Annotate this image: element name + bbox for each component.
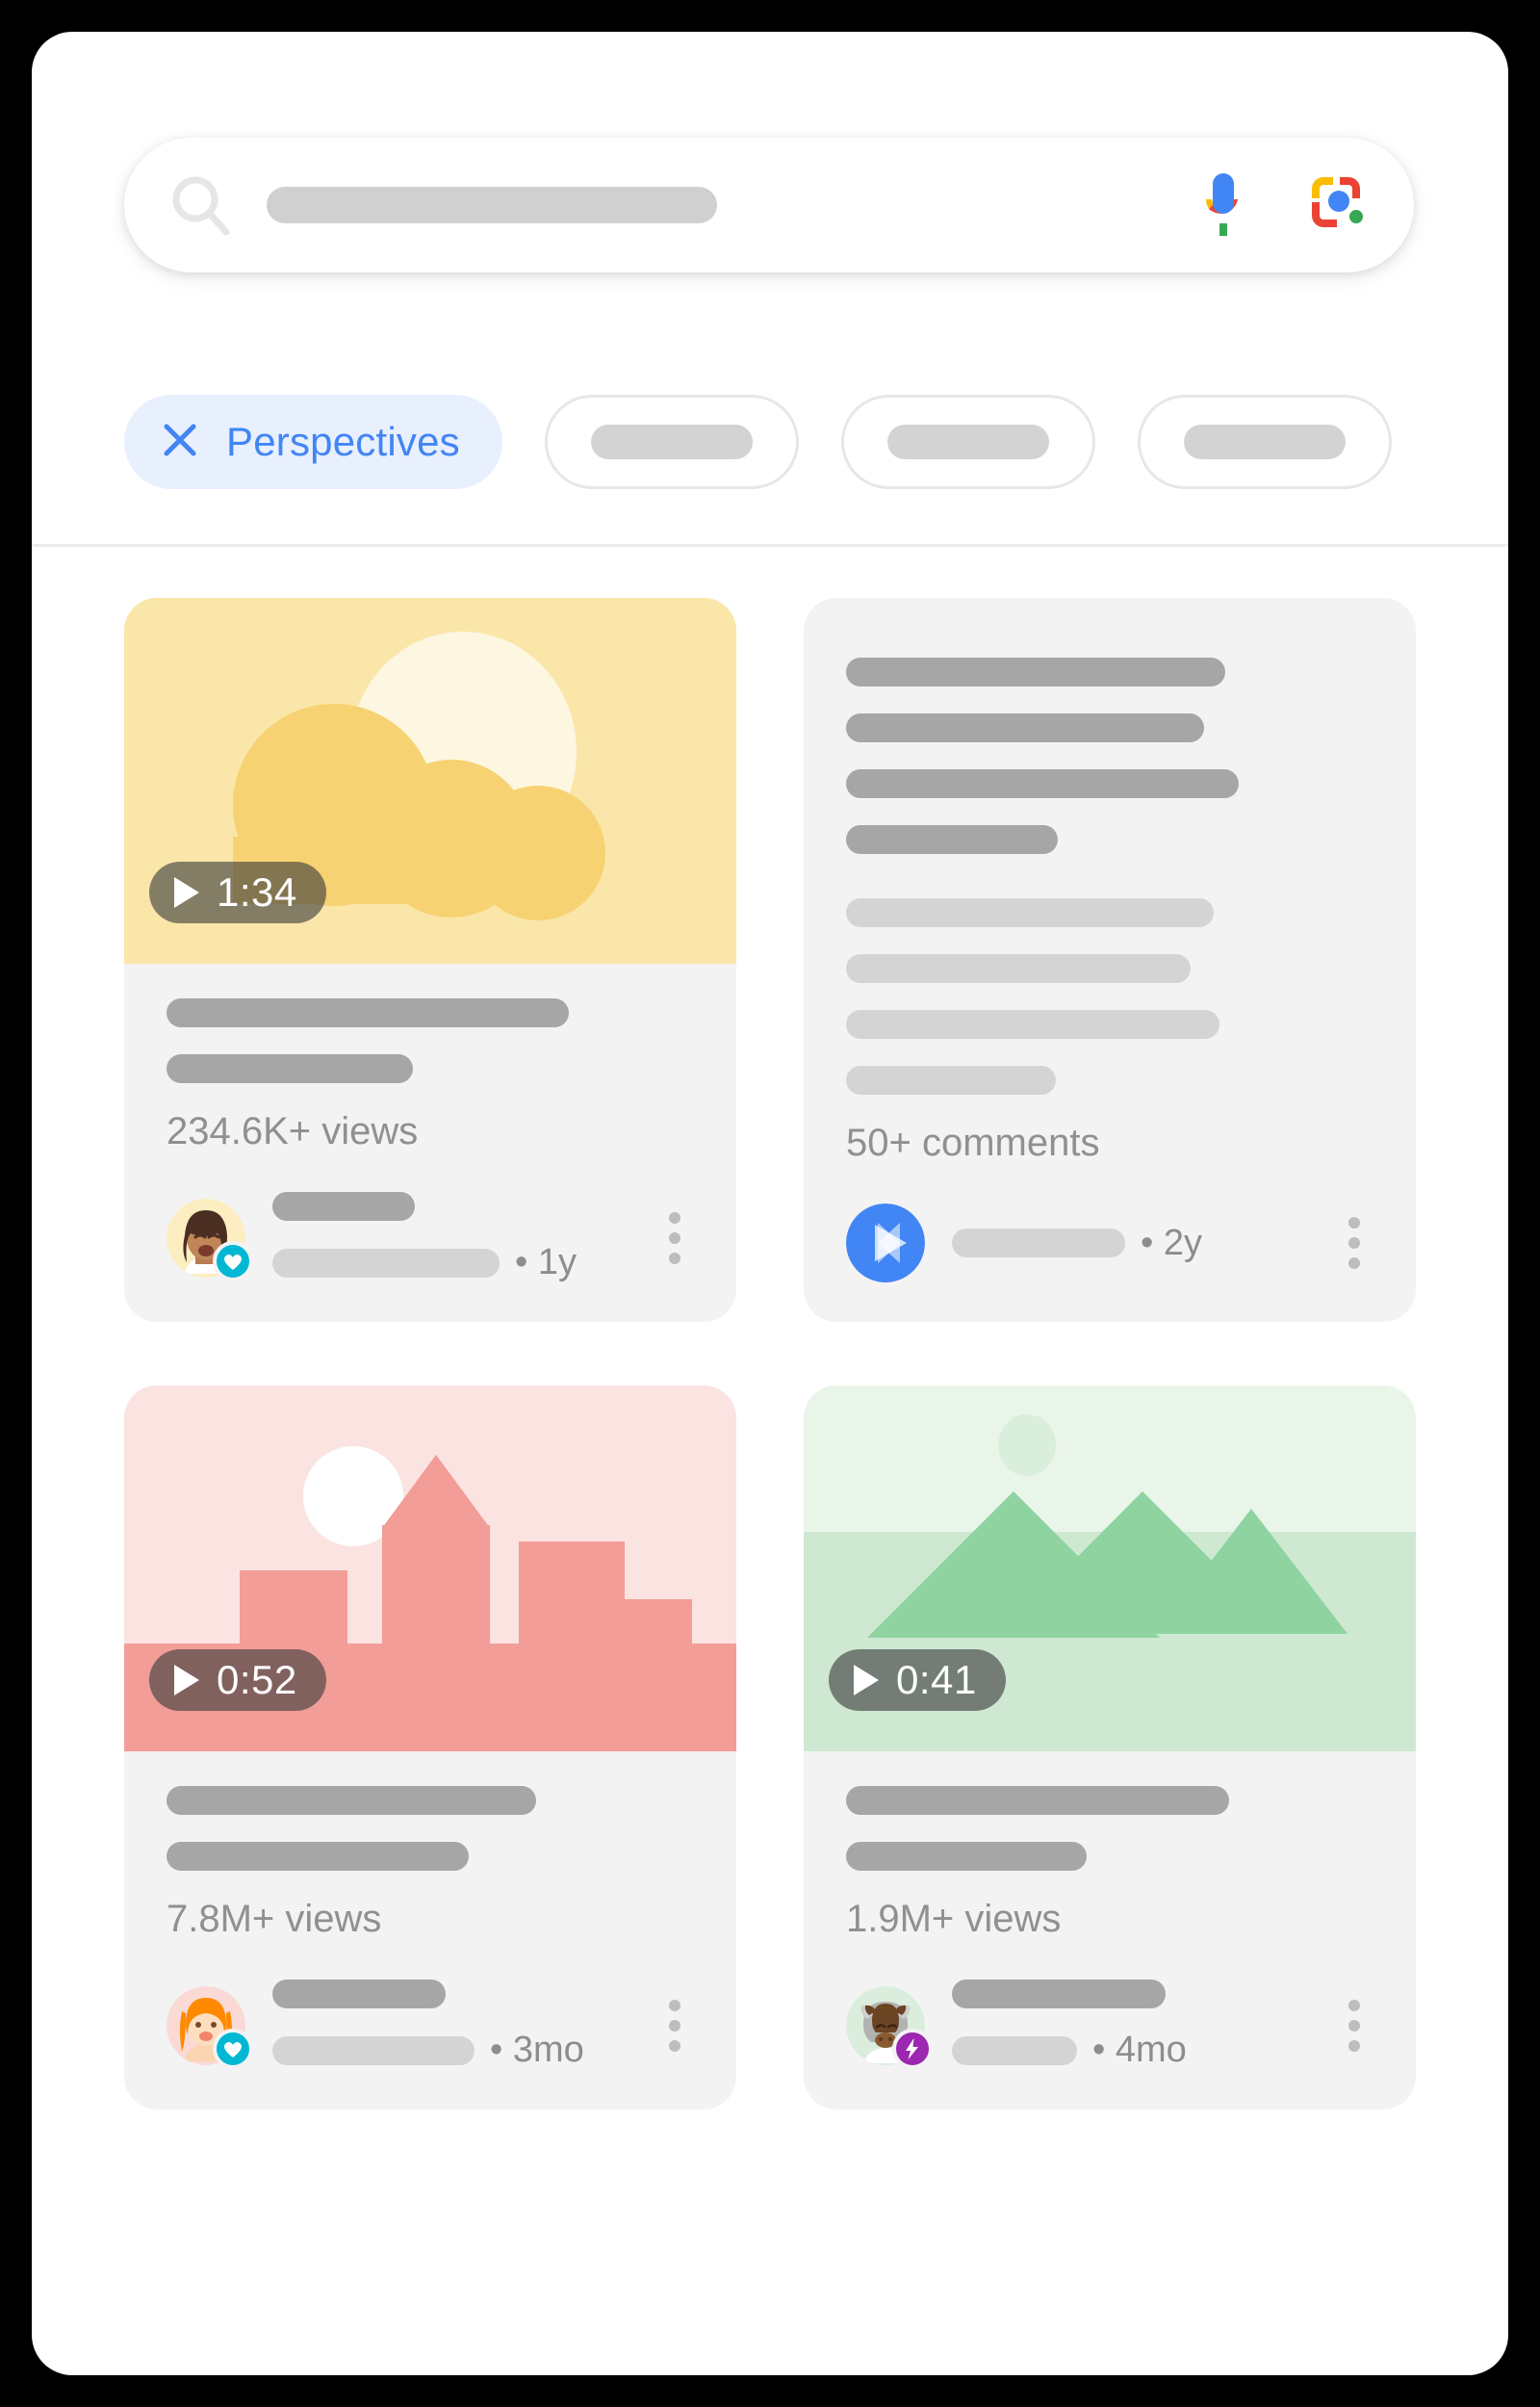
- author-placeholder: [272, 1192, 415, 1221]
- video-thumbnail[interactable]: 0:41: [804, 1385, 1416, 1751]
- chip-placeholder-1[interactable]: [544, 395, 799, 489]
- chip-placeholder-bar: [590, 425, 753, 459]
- google-lens-icon[interactable]: [1310, 175, 1370, 235]
- source-placeholder: [272, 2035, 475, 2065]
- snippet-placeholder-line: [846, 954, 1191, 983]
- result-card[interactable]: 0:41 1.9M+ views • 4mo: [804, 1385, 1416, 2109]
- title-placeholder-line: [167, 1786, 536, 1815]
- close-icon[interactable]: [159, 419, 201, 466]
- source-row: • 4mo: [952, 2030, 1373, 2071]
- duration-label: 1:34: [217, 869, 297, 915]
- avatar[interactable]: [846, 1204, 925, 1282]
- play-icon: [174, 877, 199, 908]
- snippet-placeholder-line: [846, 658, 1225, 686]
- snippet-placeholder-line: [846, 769, 1239, 798]
- card-attribution: • 4mo: [846, 1980, 1373, 2071]
- attribution-lines: • 3mo: [272, 1980, 694, 2071]
- search-input[interactable]: [267, 187, 717, 223]
- more-options-icon[interactable]: [659, 1203, 690, 1274]
- filter-chip-row[interactable]: Perspectives: [32, 378, 1508, 505]
- age-label: • 1y: [515, 1242, 577, 1282]
- chip-perspectives[interactable]: Perspectives: [124, 395, 502, 489]
- source-row: • 1y: [272, 1242, 694, 1283]
- result-card[interactable]: 0:52 7.8M+ views • 3mo: [124, 1385, 736, 2109]
- more-options-icon[interactable]: [1339, 1207, 1370, 1279]
- source-placeholder: [272, 1248, 500, 1278]
- avatar[interactable]: [167, 1198, 253, 1281]
- source-row: • 3mo: [272, 2030, 694, 2071]
- card-attribution: • 1y: [167, 1192, 694, 1283]
- card-body: 50+ comments • 2y: [804, 598, 1416, 1321]
- title-placeholder-line: [167, 998, 569, 1027]
- chip-perspectives-label: Perspectives: [226, 419, 460, 464]
- duration-badge: 0:52: [149, 1649, 326, 1711]
- chip-placeholder-bar: [886, 425, 1049, 459]
- views-label: 1.9M+ views: [846, 1898, 1062, 1940]
- chip-placeholder-2[interactable]: [840, 395, 1095, 489]
- card-body: 1.9M+ views • 4mo: [804, 1751, 1416, 2109]
- card-attribution: • 3mo: [167, 1980, 694, 2071]
- header-divider: [32, 544, 1508, 547]
- duration-label: 0:41: [896, 1657, 977, 1702]
- attribution-lines: • 2y: [952, 1223, 1373, 1264]
- title-placeholder-line: [167, 1054, 413, 1083]
- card-body: 7.8M+ views • 3mo: [124, 1751, 736, 2109]
- age-label: • 4mo: [1092, 2030, 1187, 2070]
- source-placeholder: [952, 2035, 1077, 2065]
- search-bar-container: [124, 138, 1414, 272]
- avatar[interactable]: [846, 1985, 933, 2069]
- chip-placeholder-3[interactable]: [1137, 395, 1392, 489]
- play-icon: [854, 1665, 879, 1695]
- results-grid: 1:34 234.6K+ views • 1y 50+ comments • 2…: [124, 598, 1416, 2109]
- age-label: • 3mo: [490, 2030, 584, 2070]
- play-icon: [174, 1665, 199, 1695]
- attribution-lines: • 4mo: [952, 1980, 1373, 2071]
- more-options-icon[interactable]: [659, 1990, 690, 2061]
- search-icon: [167, 170, 236, 240]
- duration-badge: 1:34: [149, 862, 326, 923]
- comments-label: 50+ comments: [846, 1122, 1100, 1164]
- snippet-placeholder-line: [846, 898, 1214, 927]
- card-body: 234.6K+ views • 1y: [124, 964, 736, 1322]
- title-placeholder-line: [846, 1786, 1229, 1815]
- avatar[interactable]: [167, 1985, 253, 2069]
- card-attribution: • 2y: [846, 1204, 1373, 1282]
- lightning-badge: [892, 2028, 933, 2069]
- author-placeholder: [952, 1980, 1166, 2008]
- more-options-icon[interactable]: [1339, 1990, 1370, 2061]
- heart-badge: [213, 2028, 253, 2069]
- microphone-icon[interactable]: [1196, 170, 1250, 240]
- result-card[interactable]: 50+ comments • 2y: [804, 598, 1416, 1322]
- video-thumbnail[interactable]: 0:52: [124, 1385, 736, 1751]
- video-thumbnail[interactable]: 1:34: [124, 598, 736, 964]
- source-placeholder: [952, 1229, 1125, 1257]
- views-label: 234.6K+ views: [167, 1110, 419, 1152]
- attribution-lines: • 1y: [272, 1192, 694, 1283]
- snippet-placeholder-line: [846, 1010, 1219, 1039]
- phone-panel: Perspectives 1:34 234.6K+ views • 1y 50+…: [32, 32, 1508, 2375]
- views-label: 7.8M+ views: [167, 1898, 382, 1940]
- title-placeholder-line: [846, 1842, 1087, 1871]
- author-placeholder: [272, 1980, 446, 2008]
- duration-label: 0:52: [217, 1657, 297, 1702]
- heart-badge: [213, 1240, 253, 1281]
- source-row: • 2y: [952, 1223, 1373, 1264]
- age-label: • 2y: [1141, 1222, 1202, 1263]
- snippet-placeholder-line: [846, 1066, 1056, 1095]
- result-card[interactable]: 1:34 234.6K+ views • 1y: [124, 598, 736, 1322]
- chip-placeholder-bar: [1183, 425, 1346, 459]
- title-placeholder-line: [167, 1842, 469, 1871]
- snippet-placeholder-line: [846, 713, 1204, 742]
- search-bar[interactable]: [124, 138, 1414, 272]
- snippet-placeholder-line: [846, 825, 1058, 854]
- duration-badge: 0:41: [829, 1649, 1006, 1711]
